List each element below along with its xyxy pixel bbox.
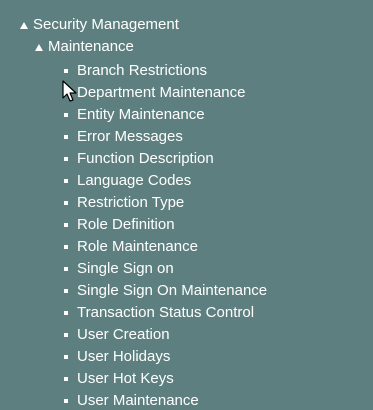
tree-item-label[interactable]: Role Definition: [77, 214, 175, 236]
tree-item-restriction-type[interactable]: Restriction Type: [64, 192, 184, 214]
bullet-icon: [64, 179, 68, 183]
navigation-tree: Security Management Maintenance Branch R…: [0, 0, 373, 410]
tree-item-label[interactable]: Error Messages: [77, 126, 183, 148]
bullet-icon: [64, 311, 68, 315]
tree-item-label[interactable]: User Holidays: [77, 346, 170, 368]
tree-item-role-maintenance[interactable]: Role Maintenance: [64, 236, 198, 258]
bullet-icon: [64, 399, 68, 403]
tree-item-label[interactable]: Restriction Type: [77, 192, 184, 214]
tree-node-label[interactable]: Security Management: [33, 14, 179, 36]
bullet-icon: [64, 113, 68, 117]
tree-item-error-messages[interactable]: Error Messages: [64, 126, 183, 148]
tree-item-user-creation[interactable]: User Creation: [64, 324, 170, 346]
tree-item-label[interactable]: Entity Maintenance: [77, 104, 205, 126]
tree-node-label[interactable]: Maintenance: [48, 36, 134, 58]
tree-item-department-maintenance[interactable]: Department Maintenance: [64, 82, 245, 104]
tree-item-transaction-status-control[interactable]: Transaction Status Control: [64, 302, 254, 324]
tree-item-function-description[interactable]: Function Description: [64, 148, 214, 170]
tree-item-label[interactable]: Department Maintenance: [77, 82, 245, 104]
tree-item-label[interactable]: User Creation: [77, 324, 170, 346]
tree-item-label[interactable]: Language Codes: [77, 170, 191, 192]
tree-item-single-sign-on-maintenance[interactable]: Single Sign On Maintenance: [64, 280, 267, 302]
tree-item-label[interactable]: Single Sign on: [77, 258, 174, 280]
bullet-icon: [64, 223, 68, 227]
bullet-icon: [64, 333, 68, 337]
tree-node-maintenance[interactable]: Maintenance: [35, 36, 134, 58]
bullet-icon: [64, 289, 68, 293]
tree-item-entity-maintenance[interactable]: Entity Maintenance: [64, 104, 205, 126]
tree-item-label[interactable]: User Hot Keys: [77, 368, 174, 390]
bullet-icon: [64, 245, 68, 249]
tree-item-label[interactable]: Function Description: [77, 148, 214, 170]
tree-item-label[interactable]: Single Sign On Maintenance: [77, 280, 267, 302]
tree-item-label[interactable]: Transaction Status Control: [77, 302, 254, 324]
tree-item-label[interactable]: Branch Restrictions: [77, 60, 207, 82]
tree-item-user-maintenance[interactable]: User Maintenance: [64, 390, 199, 410]
bullet-icon: [64, 267, 68, 271]
bullet-icon: [64, 157, 68, 161]
tree-item-role-definition[interactable]: Role Definition: [64, 214, 175, 236]
tree-item-branch-restrictions[interactable]: Branch Restrictions: [64, 60, 207, 82]
tree-item-user-hot-keys[interactable]: User Hot Keys: [64, 368, 174, 390]
tree-node-security-management[interactable]: Security Management: [20, 14, 179, 36]
tree-item-label[interactable]: User Maintenance: [77, 390, 199, 410]
mouse-pointer-icon: [62, 80, 77, 102]
bullet-icon: [64, 377, 68, 381]
bullet-icon: [64, 201, 68, 205]
triangle-expanded-icon[interactable]: [20, 21, 28, 29]
tree-item-user-holidays[interactable]: User Holidays: [64, 346, 170, 368]
tree-item-label[interactable]: Role Maintenance: [77, 236, 198, 258]
bullet-icon: [64, 135, 68, 139]
triangle-expanded-icon[interactable]: [35, 43, 43, 51]
bullet-icon: [64, 355, 68, 359]
tree-item-single-sign-on[interactable]: Single Sign on: [64, 258, 174, 280]
tree-item-language-codes[interactable]: Language Codes: [64, 170, 191, 192]
bullet-icon: [64, 69, 68, 73]
